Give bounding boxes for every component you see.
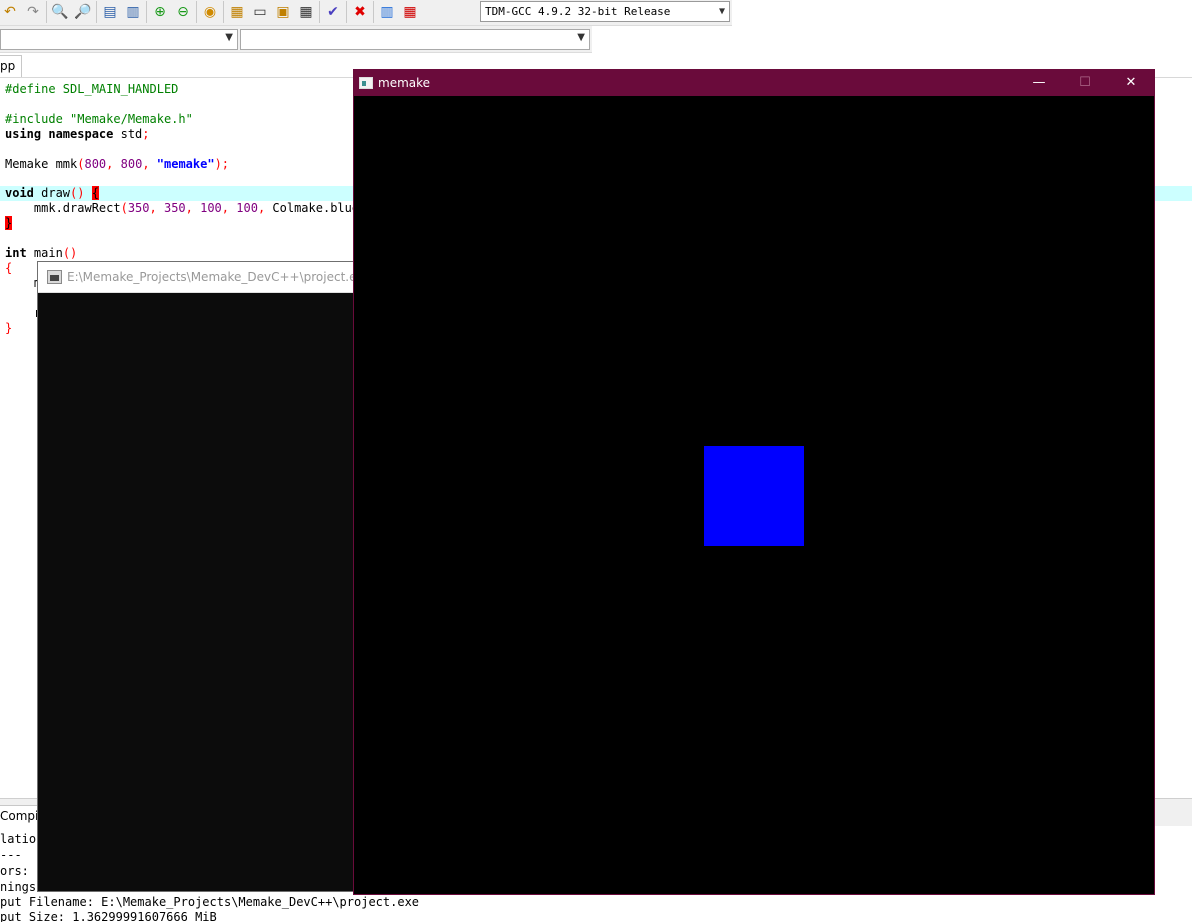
code-token: draw bbox=[33, 186, 71, 200]
toolbar-separator bbox=[223, 1, 224, 23]
indent-icon[interactable]: ▤ bbox=[100, 2, 120, 22]
window-app-icon bbox=[359, 77, 373, 89]
sdl-window-title: memake bbox=[378, 76, 431, 90]
code-token: , bbox=[221, 201, 237, 215]
toolbar-separator bbox=[319, 1, 320, 23]
rebuild-all-icon[interactable]: ▦ bbox=[296, 2, 316, 22]
toolbar-separator bbox=[96, 1, 97, 23]
remove-from-project-icon[interactable]: ⊖ bbox=[173, 2, 193, 22]
toolbar-separator bbox=[46, 1, 47, 23]
maximize-button[interactable]: ☐ bbox=[1062, 70, 1108, 96]
code-token: 350 bbox=[127, 201, 150, 215]
code-token: , bbox=[185, 201, 201, 215]
console-app-icon bbox=[47, 270, 62, 284]
code-token: () bbox=[70, 186, 92, 200]
matched-brace: { bbox=[91, 186, 99, 200]
class-browser-toolbar: ▼ ▼ bbox=[0, 26, 592, 53]
code-token: 100 bbox=[236, 201, 258, 215]
toolbar-separator bbox=[373, 1, 374, 23]
code-token: Memake mmk bbox=[5, 157, 78, 171]
code-token: 800 bbox=[120, 157, 143, 171]
replace-icon[interactable]: 🔎 bbox=[73, 2, 93, 22]
run-icon[interactable]: ▭ bbox=[250, 2, 270, 22]
sdl-window[interactable]: memake — ☐ ✕ bbox=[353, 69, 1155, 895]
console-titlebar[interactable]: E:\Memake_Projects\Memake_DevC++\project… bbox=[38, 262, 354, 293]
desktop: ↶ ↷ 🔍 🔎 ▤ ▥ ⊕ ⊖ ◉ ▦ ▭ ▣ ▦ ✔ ✖ ▥ ▦ TDM-GC… bbox=[0, 0, 1192, 922]
find-icon[interactable]: 🔍 bbox=[50, 2, 70, 22]
toolbar-separator bbox=[196, 1, 197, 23]
undo-icon[interactable]: ↶ bbox=[0, 2, 20, 22]
code-token: () bbox=[62, 246, 78, 260]
code-token: using namespace bbox=[5, 127, 114, 141]
chevron-down-icon: ▼ bbox=[718, 6, 725, 17]
close-button[interactable]: ✕ bbox=[1108, 70, 1154, 96]
sdl-titlebar[interactable]: memake — ☐ ✕ bbox=[354, 70, 1154, 96]
chevron-down-icon: ▼ bbox=[225, 32, 233, 43]
toolbar-separator bbox=[146, 1, 147, 23]
code-token: void bbox=[5, 186, 34, 200]
code-token: ( bbox=[120, 201, 128, 215]
log-line: put Filename: E:\Memake_Projects\Memake_… bbox=[0, 895, 420, 909]
code-token: Colmake.blue bbox=[265, 201, 360, 215]
log-line: --- bbox=[0, 848, 22, 862]
compile-icon[interactable]: ▦ bbox=[227, 2, 247, 22]
file-tab[interactable]: pp bbox=[0, 55, 22, 77]
compile-run-icon[interactable]: ▣ bbox=[273, 2, 293, 22]
profile-chart-icon[interactable]: ▥ bbox=[377, 2, 397, 22]
console-title: E:\Memake_Projects\Memake_DevC++\project… bbox=[67, 270, 354, 284]
code-token: { bbox=[5, 261, 13, 275]
file-tab-label: pp bbox=[0, 59, 16, 73]
stop-icon[interactable]: ✖ bbox=[350, 2, 370, 22]
syntax-check-icon[interactable]: ✔ bbox=[323, 2, 343, 22]
code-token: int bbox=[5, 246, 27, 260]
chevron-down-icon: ▼ bbox=[577, 32, 585, 43]
matched-brace: } bbox=[5, 216, 13, 230]
code-token: 350 bbox=[163, 201, 186, 215]
code-token: #include "Memake/Memake.h" bbox=[5, 112, 193, 126]
ide-toolbar: ↶ ↷ 🔍 🔎 ▤ ▥ ⊕ ⊖ ◉ ▦ ▭ ▣ ▦ ✔ ✖ ▥ ▦ TDM-GC… bbox=[0, 0, 732, 26]
log-line: latio bbox=[0, 832, 37, 846]
code-token: ); bbox=[214, 157, 230, 171]
code-token: 100 bbox=[200, 201, 222, 215]
code-token: , bbox=[149, 201, 164, 215]
tab-compile-log[interactable]: Compile bbox=[0, 805, 49, 827]
code-token: "memake" bbox=[156, 157, 215, 171]
code-token: mmk.drawRect bbox=[5, 201, 121, 215]
code-token: , bbox=[142, 157, 157, 171]
code-token: 800 bbox=[84, 157, 107, 171]
project-options-icon[interactable]: ◉ bbox=[200, 2, 220, 22]
log-line: ors: bbox=[0, 864, 29, 878]
blue-rectangle bbox=[704, 446, 804, 546]
delete-profile-icon[interactable]: ▦ bbox=[400, 2, 420, 22]
sdl-canvas[interactable] bbox=[354, 96, 1154, 894]
add-to-project-icon[interactable]: ⊕ bbox=[150, 2, 170, 22]
redo-icon[interactable]: ↷ bbox=[23, 2, 43, 22]
compiler-select-value: TDM-GCC 4.9.2 32-bit Release bbox=[485, 5, 671, 18]
compiler-select[interactable]: TDM-GCC 4.9.2 32-bit Release ▼ bbox=[480, 1, 730, 22]
toolbar-separator bbox=[346, 1, 347, 23]
function-combo[interactable]: ▼ bbox=[240, 29, 590, 50]
unindent-icon[interactable]: ▥ bbox=[123, 2, 143, 22]
code-token: #define SDL_MAIN_HANDLED bbox=[5, 82, 179, 96]
code-token: std bbox=[113, 127, 143, 141]
code-token: , bbox=[106, 157, 121, 171]
log-line: put Size: 1.36299991607666 MiB bbox=[0, 910, 217, 922]
class-combo[interactable]: ▼ bbox=[0, 29, 238, 50]
code-token: main bbox=[26, 246, 63, 260]
console-window[interactable]: E:\Memake_Projects\Memake_DevC++\project… bbox=[37, 261, 355, 892]
code-token: ; bbox=[142, 127, 150, 141]
log-line: nings bbox=[0, 880, 37, 894]
code-token: } bbox=[5, 321, 13, 335]
minimize-button[interactable]: — bbox=[1016, 70, 1062, 96]
